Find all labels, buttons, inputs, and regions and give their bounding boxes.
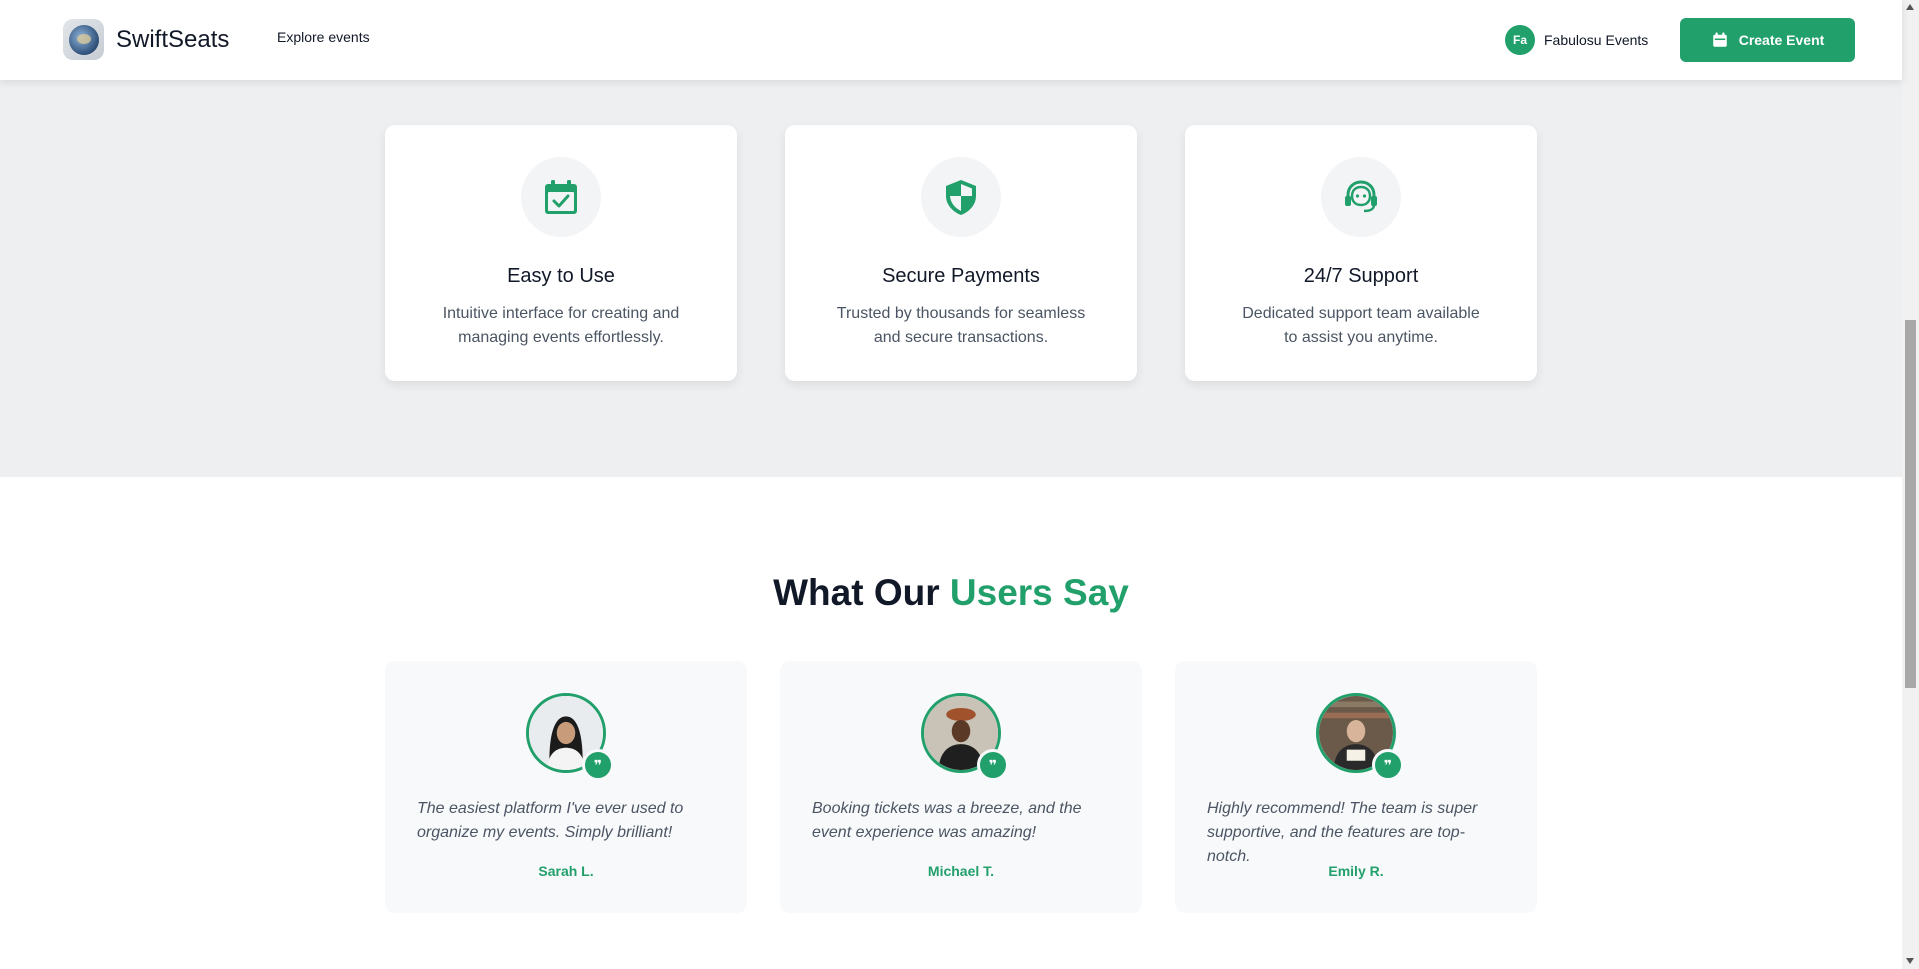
feature-icon-container	[1321, 157, 1401, 237]
quote-icon: ❞	[1372, 749, 1404, 781]
feature-description: Intuitive interface for creating and man…	[442, 305, 680, 346]
scrollbar-thumb[interactable]	[1905, 320, 1916, 688]
testimonial-quote: Booking tickets was a breeze, and the ev…	[812, 800, 1082, 841]
globe-logo-icon	[68, 24, 99, 55]
page-scrollbar[interactable]	[1902, 0, 1919, 969]
quote-icon: ❞	[582, 749, 614, 781]
top-navbar: SwiftSeats Explore events Fa Fabulosu Ev…	[0, 0, 1902, 80]
feature-card-secure-payments: Secure Payments Trusted by thousands for…	[785, 125, 1137, 381]
scroll-up-arrow-icon[interactable]	[1906, 4, 1914, 10]
feature-icon-container	[921, 157, 1001, 237]
calendar-icon	[1712, 32, 1727, 47]
testimonial-author: Sarah L.	[538, 863, 594, 879]
testimonial-quote: Highly recommend! The team is super supp…	[1207, 800, 1478, 865]
feature-icon-container	[521, 157, 601, 237]
feature-card-easy-to-use: Easy to Use Intuitive interface for crea…	[385, 125, 737, 381]
user-menu[interactable]: Fa Fabulosu Events	[1505, 25, 1648, 55]
create-event-button[interactable]: Create Event	[1680, 18, 1855, 62]
quote-icon: ❞	[977, 749, 1009, 781]
brand-name[interactable]: SwiftSeats	[116, 26, 229, 54]
testimonial-author: Emily R.	[1328, 863, 1384, 879]
brand-logo[interactable]	[63, 19, 104, 60]
testimonials-heading-accent: Users Say	[949, 572, 1129, 613]
nav-explore-events[interactable]: Explore events	[277, 29, 370, 45]
shield-icon	[946, 180, 976, 215]
testimonial-quote: The easiest platform I've ever used to o…	[417, 800, 684, 841]
testimonials-heading: What Our Users Say	[0, 572, 1902, 614]
headset-support-icon	[1345, 180, 1377, 213]
testimonial-card: ❞ The easiest platform I've ever used to…	[385, 661, 747, 913]
feature-card-support: 24/7 Support Dedicated support team avai…	[1185, 125, 1537, 381]
scroll-down-arrow-icon[interactable]	[1906, 958, 1914, 964]
testimonials-heading-prefix: What Our	[773, 572, 950, 613]
feature-title: 24/7 Support	[1303, 265, 1419, 287]
user-name: Fabulosu Events	[1544, 32, 1649, 48]
calendar-check-icon	[545, 180, 577, 214]
testimonial-author: Michael T.	[927, 863, 995, 879]
testimonial-card: ❞ Highly recommend! The team is super su…	[1175, 661, 1537, 913]
feature-title: Easy to Use	[507, 265, 615, 287]
feature-title: Secure Payments	[882, 265, 1040, 287]
user-avatar: Fa	[1505, 25, 1535, 55]
testimonial-card: ❞ Booking tickets was a breeze, and the …	[780, 661, 1142, 913]
create-event-label: Create Event	[1738, 32, 1825, 48]
feature-description: Dedicated support team available to assi…	[1242, 305, 1480, 346]
feature-description: Trusted by thousands for seamless and se…	[836, 305, 1086, 346]
